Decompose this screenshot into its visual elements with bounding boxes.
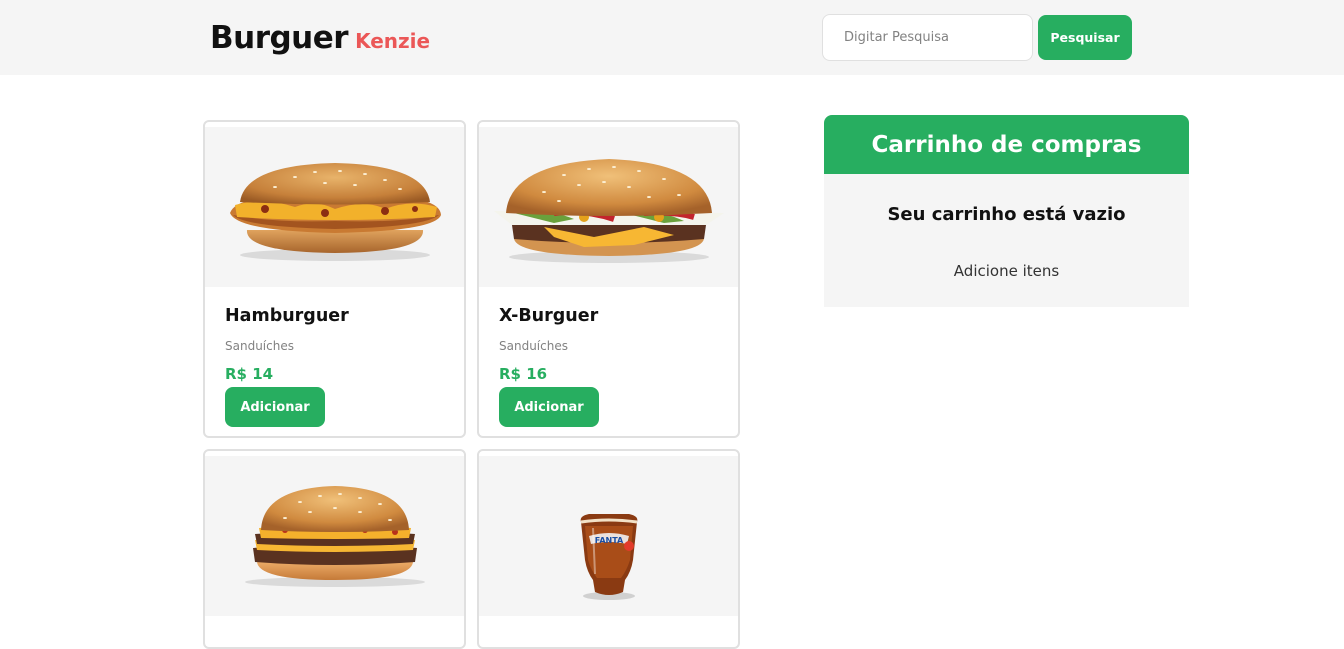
search-button[interactable]: Pesquisar — [1038, 15, 1132, 60]
product-name: Hamburguer — [225, 306, 349, 326]
product-image — [479, 127, 738, 287]
burger-image — [244, 486, 425, 587]
page-header: Burguer Kenzie Pesquisar — [0, 0, 1344, 75]
product-card: X-Burguer Sanduíches R$ 16 Adicionar — [477, 120, 740, 438]
logo-sub-text: Kenzie — [355, 29, 431, 53]
cart-title: Carrinho de compras — [824, 115, 1189, 174]
product-image — [205, 127, 464, 287]
hamburger-image — [229, 163, 441, 261]
logo[interactable]: Burguer Kenzie — [210, 20, 430, 56]
product-card: FANTA — [477, 449, 740, 649]
shopping-cart: Carrinho de compras Seu carrinho está va… — [824, 115, 1189, 307]
add-to-cart-button[interactable]: Adicionar — [499, 387, 599, 427]
cart-empty-subtitle: Adicione itens — [953, 262, 1060, 280]
cheeseburger-image — [493, 159, 724, 263]
add-to-cart-button[interactable]: Adicionar — [225, 387, 325, 427]
product-card — [203, 449, 466, 649]
product-name: X-Burguer — [499, 306, 599, 326]
product-image: FANTA — [479, 456, 738, 616]
logo-main-text: Burguer — [210, 20, 349, 56]
product-category: Sanduíches — [499, 339, 568, 353]
cart-empty-state: Seu carrinho está vazio Adicione itens — [824, 174, 1189, 307]
product-price: R$ 14 — [225, 365, 274, 383]
cart-empty-title: Seu carrinho está vazio — [887, 204, 1126, 225]
product-image — [205, 456, 464, 616]
product-card: Hamburguer Sanduíches R$ 14 Adicionar — [203, 120, 466, 438]
search-input[interactable] — [822, 14, 1033, 61]
product-category: Sanduíches — [225, 339, 294, 353]
fanta-cup-image: FANTA — [580, 514, 637, 600]
svg-text:FANTA: FANTA — [594, 536, 623, 545]
product-price: R$ 16 — [499, 365, 548, 383]
